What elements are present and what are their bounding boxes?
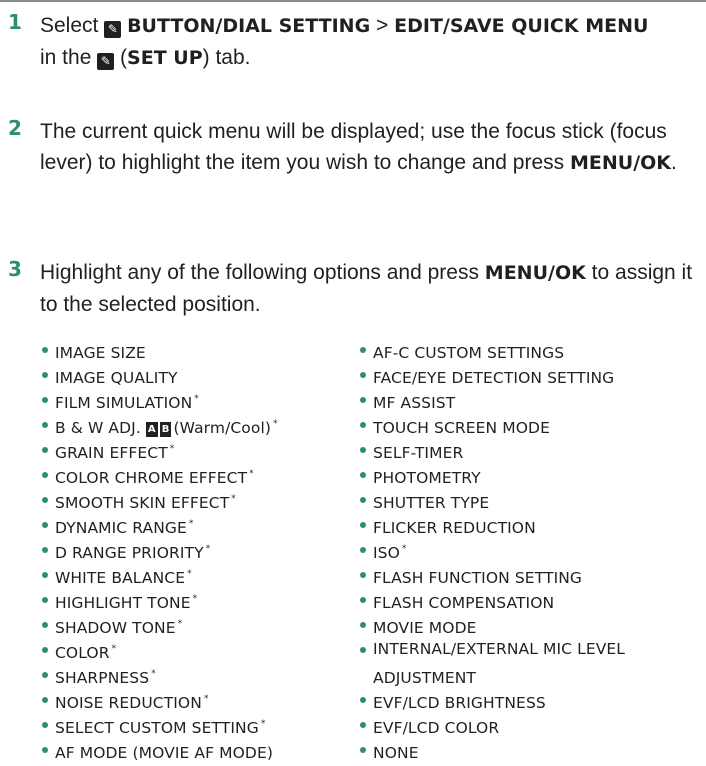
bullet-icon	[360, 722, 366, 728]
options-list: IMAGE SIZE IMAGE QUALITY FILM SIMULATION…	[42, 337, 278, 762]
top-rule	[0, 0, 706, 2]
list-item: AF MODE (MOVIE AF MODE)	[42, 737, 278, 762]
list-item: INTERNAL/EXTERNAL MIC LEVEL ADJUSTMENT	[360, 637, 625, 687]
bullet-icon	[360, 372, 366, 378]
step-text: Highlight any of the following options a…	[40, 257, 700, 320]
bullet-icon	[360, 447, 366, 453]
menu-ok-button-label: MENU/OK	[569, 152, 672, 174]
bullet-icon	[360, 347, 366, 353]
list-item: TOUCH SCREEN MODE	[360, 412, 625, 437]
bullet-icon	[42, 372, 48, 378]
list-item: HIGHLIGHT TONE *	[42, 587, 278, 612]
list-item: GRAIN EFFECT *	[42, 437, 278, 462]
bullet-icon	[42, 672, 48, 678]
list-item: D RANGE PRIORITY *	[42, 537, 278, 562]
bullet-icon	[360, 697, 366, 703]
list-item: NONE	[360, 737, 625, 762]
bullet-icon	[42, 722, 48, 728]
list-item: FACE/EYE DETECTION SETTING	[360, 362, 625, 387]
list-item: SHADOW TONE *	[42, 612, 278, 637]
list-item: SELF-TIMER	[360, 437, 625, 462]
step-text: Select ✎ BUTTON/DIAL SETTING > EDIT/SAVE…	[40, 14, 649, 70]
bullet-icon	[42, 447, 48, 453]
list-item: FLICKER REDUCTION	[360, 512, 625, 537]
list-item: IMAGE SIZE	[42, 337, 278, 362]
list-item: DYNAMIC RANGE *	[42, 512, 278, 537]
step-end: .	[671, 151, 677, 174]
list-item: FLASH COMPENSATION	[360, 587, 625, 612]
path-separator: >	[376, 14, 389, 37]
list-item: EVF/LCD BRIGHTNESS	[360, 687, 625, 712]
bullet-icon	[42, 697, 48, 703]
wrench-icon: ✎	[104, 21, 122, 38]
bullet-icon	[42, 347, 48, 353]
list-item: SHARPNESS *	[42, 662, 278, 687]
tab-suffix: tab.	[215, 46, 251, 69]
bullet-icon	[42, 572, 48, 578]
list-item: SELECT CUSTOM SETTING *	[42, 712, 278, 737]
options-list: AF-C CUSTOM SETTINGS FACE/EYE DETECTION …	[360, 337, 625, 762]
step-number: 2	[8, 116, 22, 140]
bullet-icon	[360, 747, 366, 753]
list-item: B & W ADJ. A B (Warm/Cool) *	[42, 412, 278, 437]
bullet-icon	[360, 597, 366, 603]
bullet-icon	[360, 497, 366, 503]
bullet-icon	[42, 547, 48, 553]
step-text: The current quick menu will be displayed…	[40, 116, 700, 179]
list-item: AF-C CUSTOM SETTINGS	[360, 337, 625, 362]
step-number: 1	[8, 10, 22, 34]
list-item: IMAGE QUALITY	[42, 362, 278, 387]
bw-cool-icon: B	[159, 422, 172, 437]
bw-warm-icon: A	[145, 422, 158, 437]
bullet-icon	[360, 622, 366, 628]
list-item: MOVIE MODE	[360, 612, 625, 637]
menu-ok-button-label: MENU/OK	[484, 262, 586, 284]
step-body: Highlight any of the following options a…	[40, 261, 479, 284]
bullet-icon	[42, 597, 48, 603]
bullet-icon	[360, 522, 366, 528]
list-item: COLOR *	[42, 637, 278, 662]
list-item: PHOTOMETRY	[360, 462, 625, 487]
list-item: FLASH FUNCTION SETTING	[360, 562, 625, 587]
bullet-icon	[42, 747, 48, 753]
list-item: SHUTTER TYPE	[360, 487, 625, 512]
list-item: FILM SIMULATION *	[42, 387, 278, 412]
bullet-icon	[360, 547, 366, 553]
list-item: SMOOTH SKIN EFFECT *	[42, 487, 278, 512]
bullet-icon	[42, 422, 48, 428]
options-left-column: IMAGE SIZE IMAGE QUALITY FILM SIMULATION…	[42, 337, 278, 762]
step-text-pre: Select	[40, 14, 99, 37]
bullet-icon	[360, 647, 366, 653]
bullet-icon	[42, 397, 48, 403]
list-item: NOISE REDUCTION *	[42, 687, 278, 712]
in-the-text: in the	[40, 46, 92, 69]
list-item: MF ASSIST	[360, 387, 625, 412]
bullet-icon	[42, 522, 48, 528]
bullet-icon	[42, 472, 48, 478]
menu-path-b: EDIT/SAVE QUICK MENU	[394, 15, 649, 37]
step-number: 3	[8, 257, 22, 281]
bullet-icon	[360, 472, 366, 478]
tab-name: SET UP	[127, 47, 203, 69]
bullet-icon	[42, 647, 48, 653]
bullet-icon	[42, 497, 48, 503]
bullet-icon	[360, 422, 366, 428]
list-item: EVF/LCD COLOR	[360, 712, 625, 737]
options-right-column: AF-C CUSTOM SETTINGS FACE/EYE DETECTION …	[360, 337, 625, 762]
bullet-icon	[360, 572, 366, 578]
list-item: ISO *	[360, 537, 625, 562]
menu-path-a: BUTTON/DIAL SETTING	[127, 15, 371, 37]
list-item: COLOR CHROME EFFECT *	[42, 462, 278, 487]
wrench-icon: ✎	[97, 53, 115, 70]
bullet-icon	[42, 622, 48, 628]
list-item: WHITE BALANCE *	[42, 562, 278, 587]
bullet-icon	[360, 397, 366, 403]
